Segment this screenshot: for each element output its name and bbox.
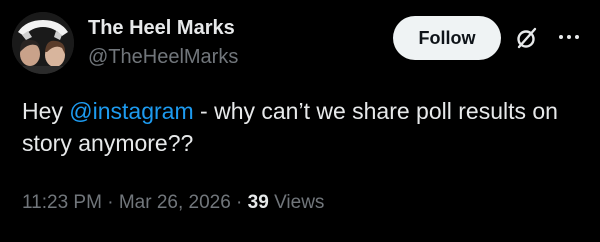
more-dots-icon[interactable] xyxy=(556,26,582,48)
meta-separator: · xyxy=(230,192,248,213)
views-count[interactable]: 39 xyxy=(248,192,269,213)
meta-separator: · xyxy=(101,192,119,213)
tweet-text: Hey @instagram - why can’t we share poll… xyxy=(22,95,582,159)
tweet-date[interactable]: Mar 26, 2026 xyxy=(119,192,231,213)
author-handle[interactable]: @TheHeelMarks xyxy=(88,46,238,69)
views-label: Views xyxy=(268,192,325,213)
follow-button[interactable]: Follow xyxy=(393,16,501,60)
tweet-meta: 11:23 PM · Mar 26, 2026 · 39 Views xyxy=(22,192,324,214)
tweet-text-before: Hey xyxy=(22,98,70,124)
author-avatar[interactable] xyxy=(12,12,74,74)
tweet-time[interactable]: 11:23 PM xyxy=(22,192,102,213)
band-avatar-icon xyxy=(12,12,74,74)
mention-link[interactable]: @instagram xyxy=(69,98,193,124)
slashed-circle-icon[interactable] xyxy=(514,25,540,51)
author-name[interactable]: The Heel Marks xyxy=(88,17,235,40)
